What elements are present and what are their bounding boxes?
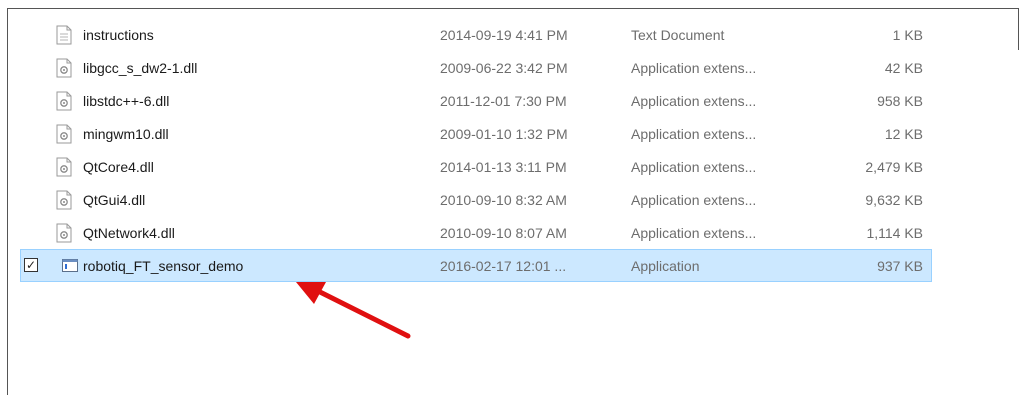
file-row[interactable]: QtNetwork4.dll 2010-09-10 8:07 AM Applic… [20, 216, 932, 249]
file-row[interactable]: instructions 2014-09-19 4:41 PM Text Doc… [20, 18, 932, 51]
file-row-selected[interactable]: ✓ robotiq_FT_sensor_demo 2016-02-17 12:0… [20, 249, 932, 282]
dll-icon [56, 91, 72, 111]
file-type: Application extens... [631, 192, 757, 208]
file-name: QtNetwork4.dll [83, 225, 175, 241]
file-size: 1 KB [892, 27, 923, 43]
file-date-modified: 2010-09-10 8:07 AM [440, 225, 567, 241]
text-document-icon [56, 25, 72, 45]
file-size: 2,479 KB [865, 159, 923, 175]
file-size: 1,114 KB [866, 225, 923, 241]
dll-icon [56, 58, 72, 78]
file-date-modified: 2016-02-17 12:01 ... [440, 258, 567, 274]
file-type: Application extens... [631, 225, 757, 241]
file-size: 9,632 KB [865, 192, 923, 208]
window-border-left [7, 8, 8, 395]
file-type: Application extens... [631, 60, 757, 76]
window-border-right [1018, 8, 1019, 50]
file-row[interactable]: mingwm10.dll 2009-01-10 1:32 PM Applicat… [20, 117, 932, 150]
dll-icon [56, 124, 72, 144]
file-type: Text Document [631, 27, 725, 43]
file-name: QtGui4.dll [83, 192, 146, 208]
file-name: libgcc_s_dw2-1.dll [83, 60, 198, 76]
application-icon [62, 259, 78, 272]
file-date-modified: 2009-06-22 3:42 PM [440, 60, 568, 76]
file-size: 937 KB [877, 258, 923, 274]
file-type: Application extens... [631, 93, 757, 109]
file-name: instructions [83, 27, 154, 43]
red-arrow-icon [296, 282, 411, 339]
file-name: QtCore4.dll [83, 159, 154, 175]
file-date-modified: 2011-12-01 7:30 PM [440, 93, 567, 109]
file-name: libstdc++-6.dll [83, 93, 170, 109]
file-size: 958 KB [877, 93, 923, 109]
file-date-modified: 2009-01-10 1:32 PM [440, 126, 568, 142]
file-name: mingwm10.dll [83, 126, 169, 142]
file-type: Application extens... [631, 126, 757, 142]
file-date-modified: 2014-01-13 3:11 PM [440, 159, 567, 175]
window-border-top [7, 8, 1019, 9]
file-row[interactable]: libgcc_s_dw2-1.dll 2009-06-22 3:42 PM Ap… [20, 51, 932, 84]
file-row[interactable]: QtCore4.dll 2014-01-13 3:11 PM Applicati… [20, 150, 932, 183]
file-list: instructions 2014-09-19 4:41 PM Text Doc… [20, 18, 932, 282]
dll-icon [56, 190, 72, 210]
file-row[interactable]: libstdc++-6.dll 2011-12-01 7:30 PM Appli… [20, 84, 932, 117]
file-row[interactable]: QtGui4.dll 2010-09-10 8:32 AM Applicatio… [20, 183, 932, 216]
file-size: 42 KB [884, 60, 923, 76]
dll-icon [56, 223, 72, 243]
file-type: Application [631, 258, 700, 274]
file-size: 12 KB [884, 126, 923, 142]
dll-icon [56, 157, 72, 177]
file-date-modified: 2010-09-10 8:32 AM [440, 192, 567, 208]
file-name: robotiq_FT_sensor_demo [83, 258, 244, 274]
row-checkbox[interactable]: ✓ [24, 258, 38, 272]
file-date-modified: 2014-09-19 4:41 PM [440, 27, 568, 43]
file-type: Application extens... [631, 159, 757, 175]
